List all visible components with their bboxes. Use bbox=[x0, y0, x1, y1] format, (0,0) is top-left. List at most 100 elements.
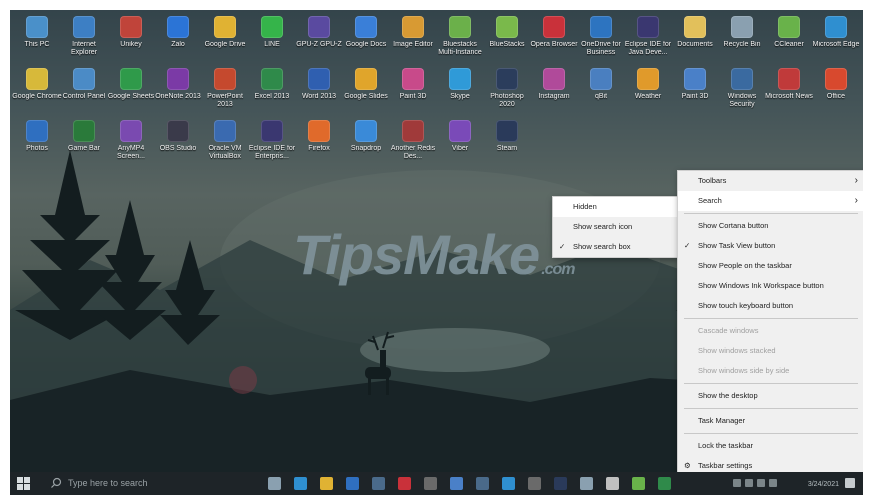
desktop-icon-instagram[interactable]: Instagram bbox=[529, 68, 579, 101]
desktop-icon-line[interactable]: LINE bbox=[247, 16, 297, 49]
menu-item-search[interactable]: Search › bbox=[678, 191, 863, 211]
desktop-icon-opera-browser[interactable]: Opera Browser bbox=[529, 16, 579, 49]
desktop-icon-photoshop-2020[interactable]: Photoshop 2020 bbox=[482, 68, 532, 109]
menu-item-show-task-view-button[interactable]: ✓ Show Task View button bbox=[678, 236, 863, 256]
desktop-icon-google-chrome[interactable]: Google Chrome bbox=[12, 68, 62, 101]
desktop-icon-google-drive[interactable]: Google Drive bbox=[200, 16, 250, 49]
desktop-icon-another-redis-des[interactable]: Another Redis Des... bbox=[388, 120, 438, 161]
desktop-icon-label: Recycle Bin bbox=[723, 41, 761, 48]
pinned-app-icon[interactable] bbox=[658, 477, 671, 490]
pinned-app-icon[interactable] bbox=[424, 477, 437, 490]
menu-item-task-manager[interactable]: Task Manager bbox=[678, 411, 863, 431]
menu-item-show-cortana-button[interactable]: Show Cortana button bbox=[678, 216, 863, 236]
google-docs-icon bbox=[355, 16, 377, 38]
pinned-app-icon[interactable] bbox=[528, 477, 541, 490]
desktop-icon-bluestacks-multi-instance[interactable]: Bluestacks Multi-Instance bbox=[435, 16, 485, 57]
desktop-icon-weather[interactable]: Weather bbox=[623, 68, 673, 101]
desktop-icon-excel-2013[interactable]: Excel 2013 bbox=[247, 68, 297, 101]
menu-item-lock-the-taskbar[interactable]: Lock the taskbar bbox=[678, 436, 863, 456]
desktop-icon-microsoft-news[interactable]: Microsoft News bbox=[764, 68, 814, 101]
desktop-icon-label: Internet Explorer bbox=[70, 41, 98, 56]
desktop-icon-obs-studio[interactable]: OBS Studio bbox=[153, 120, 203, 153]
desktop-icon-eclipse-ide-for-enterpris[interactable]: Eclipse IDE for Enterpris... bbox=[247, 120, 297, 161]
desktop-icon-label: Paint 3D bbox=[399, 93, 427, 100]
menu-item-show-touch-keyboard-button[interactable]: Show touch keyboard button bbox=[678, 296, 863, 316]
desktop-icon-label: Google Sheets bbox=[107, 93, 155, 100]
desktop-icon-firefox[interactable]: Firefox bbox=[294, 120, 344, 153]
pinned-app-icon[interactable] bbox=[372, 477, 385, 490]
pinned-app-icon[interactable] bbox=[554, 477, 567, 490]
desktop-icon-steam[interactable]: Steam bbox=[482, 120, 532, 153]
desktop-icon-onenote-2013[interactable]: OneNote 2013 bbox=[153, 68, 203, 101]
desktop-icon-skype[interactable]: Skype bbox=[435, 68, 485, 101]
desktop-icon-this-pc[interactable]: This PC bbox=[12, 16, 62, 49]
desktop-icon-bluestacks[interactable]: BlueStacks bbox=[482, 16, 532, 49]
desktop-icon-google-slides[interactable]: Google Slides bbox=[341, 68, 391, 101]
submenu-item-show-search-icon[interactable]: Show search icon bbox=[553, 217, 678, 237]
tray-chevron-icon[interactable] bbox=[733, 479, 741, 487]
language-icon[interactable] bbox=[769, 479, 777, 487]
desktop-icon-image-editor[interactable]: Image Editor bbox=[388, 16, 438, 49]
menu-separator bbox=[684, 408, 858, 409]
submenu-item-hidden[interactable]: Hidden bbox=[553, 197, 678, 217]
desktop-icon-anymp4-screen[interactable]: AnyMP4 Screen... bbox=[106, 120, 156, 161]
desktop-icon-label: Microsoft News bbox=[765, 93, 813, 100]
desktop-icon-control-panel[interactable]: Control Panel bbox=[59, 68, 109, 101]
desktop-icon-windows-security[interactable]: Windows Security bbox=[717, 68, 767, 109]
bluestacks-icon bbox=[496, 16, 518, 38]
desktop-icon-powerpoint-2013[interactable]: PowerPoint 2013 bbox=[200, 68, 250, 109]
menu-item-show-people-on-the-taskbar[interactable]: Show People on the taskbar bbox=[678, 256, 863, 276]
desktop-icon-word-2013[interactable]: Word 2013 bbox=[294, 68, 344, 101]
desktop-icon-paint-3d[interactable]: Paint 3D bbox=[388, 68, 438, 101]
desktop-icon-microsoft-edge[interactable]: Microsoft Edge bbox=[811, 16, 861, 49]
desktop-icon-photos[interactable]: Photos bbox=[12, 120, 62, 153]
desktop-icon-qbit[interactable]: qBit bbox=[576, 68, 626, 101]
desktop-icon-internet-explorer[interactable]: Internet Explorer bbox=[59, 16, 109, 57]
pinned-app-icon[interactable] bbox=[606, 477, 619, 490]
pinned-app-icon[interactable] bbox=[320, 477, 333, 490]
desktop-icon-game-bar[interactable]: Game Bar bbox=[59, 120, 109, 153]
pinned-app-icon[interactable] bbox=[632, 477, 645, 490]
desktop-icon-unikey[interactable]: Unikey bbox=[106, 16, 156, 49]
desktop-icon-label: Control Panel bbox=[62, 93, 106, 100]
desktop-icon-eclipse-ide-for-java-deve[interactable]: Eclipse IDE for Java Deve... bbox=[623, 16, 673, 57]
menu-item-toolbars[interactable]: Toolbars › bbox=[678, 171, 863, 191]
menu-item-show-windows-ink-workspace-button[interactable]: Show Windows Ink Workspace button bbox=[678, 276, 863, 296]
pinned-app-icon[interactable] bbox=[398, 477, 411, 490]
desktop-icon-google-sheets[interactable]: Google Sheets bbox=[106, 68, 156, 101]
pinned-app-icon[interactable] bbox=[476, 477, 489, 490]
viber-icon bbox=[449, 120, 471, 142]
windows-security-icon bbox=[731, 68, 753, 90]
desktop-icon-ccleaner[interactable]: CCleaner bbox=[764, 16, 814, 49]
volume-icon[interactable] bbox=[757, 479, 765, 487]
pinned-app-icon[interactable] bbox=[580, 477, 593, 490]
menu-item-show-the-desktop[interactable]: Show the desktop bbox=[678, 386, 863, 406]
desktop-icon-documents[interactable]: Documents bbox=[670, 16, 720, 49]
microsoft-edge-icon bbox=[825, 16, 847, 38]
pinned-app-icon[interactable] bbox=[450, 477, 463, 490]
pinned-app-icon[interactable] bbox=[346, 477, 359, 490]
desktop-icon-office[interactable]: Office bbox=[811, 68, 861, 101]
desktop-icon-recycle-bin[interactable]: Recycle Bin bbox=[717, 16, 767, 49]
pinned-app-icon[interactable] bbox=[294, 477, 307, 490]
notification-icon[interactable] bbox=[845, 478, 855, 488]
pinned-app-icon[interactable] bbox=[268, 477, 281, 490]
network-icon[interactable] bbox=[745, 479, 753, 487]
windows-start-icon[interactable] bbox=[17, 477, 30, 490]
desktop-icon-zalo[interactable]: Zalo bbox=[153, 16, 203, 49]
desktop-icon-paint-3d[interactable]: Paint 3D bbox=[670, 68, 720, 101]
submenu-item-show-search-box[interactable]: ✓ Show search box bbox=[553, 237, 678, 257]
desktop-icon-label: LINE bbox=[264, 41, 280, 48]
desktop-icon-google-docs[interactable]: Google Docs bbox=[341, 16, 391, 49]
desktop-icon-label: CCleaner bbox=[774, 41, 804, 48]
taskbar-search-box[interactable]: Type here to search bbox=[44, 472, 257, 495]
pinned-app-icon[interactable] bbox=[502, 477, 515, 490]
desktop-icon-onedrive-for-business[interactable]: OneDrive for Business bbox=[576, 16, 626, 57]
taskbar-date[interactable]: 3/24/2021 bbox=[808, 481, 839, 489]
unikey-icon bbox=[120, 16, 142, 38]
desktop-icon-oracle-vm-virtualbox[interactable]: Oracle VM VirtualBox bbox=[200, 120, 250, 161]
desktop-icon-label: Paint 3D bbox=[681, 93, 709, 100]
desktop-icon-snapdrop[interactable]: Snapdrop bbox=[341, 120, 391, 153]
desktop-icon-viber[interactable]: Viber bbox=[435, 120, 485, 153]
desktop-icon-gpu-z-gpu-z[interactable]: GPU-Z GPU-Z bbox=[294, 16, 344, 49]
